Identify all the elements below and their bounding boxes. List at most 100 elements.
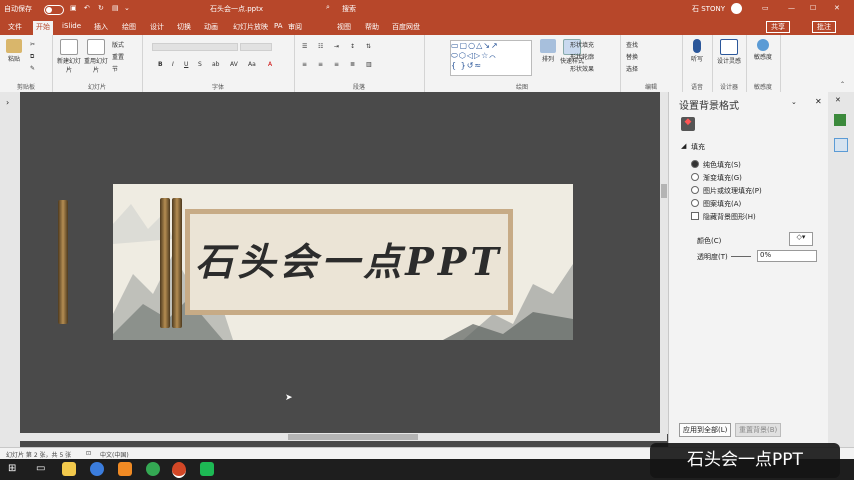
ribbon-close-icon[interactable]: ✕ <box>835 96 841 104</box>
new-slide-button[interactable]: 新建幻灯片 <box>56 39 82 74</box>
comments-button[interactable]: 批注 <box>812 21 836 33</box>
tab-baidu-netdisk[interactable]: 百度网盘 <box>392 22 420 32</box>
search-icon[interactable]: ⌕ <box>326 3 334 11</box>
indent-icon[interactable]: ⇥ <box>334 43 339 50</box>
language-status[interactable]: 中文(中国) <box>100 450 129 459</box>
cut-icon[interactable]: ✂ <box>30 41 35 48</box>
font-color-icon[interactable]: A <box>268 61 272 68</box>
collapse-ribbon-icon[interactable]: ⌃ <box>840 81 845 88</box>
app-green-icon[interactable] <box>146 462 160 476</box>
undo-icon[interactable]: ↶ <box>84 4 90 12</box>
pane-close-icon[interactable]: ✕ <box>815 97 822 106</box>
windows-start-icon[interactable]: ⊞ <box>8 463 16 474</box>
italic-icon[interactable]: I <box>172 61 174 68</box>
sensitivity-button[interactable]: 敏感度 <box>750 39 776 61</box>
accessibility-icon[interactable]: ⊡ <box>86 450 91 457</box>
app-l-icon[interactable] <box>90 462 104 476</box>
save-icon[interactable]: ▣ <box>70 4 77 12</box>
columns-icon[interactable]: ▥ <box>366 61 372 68</box>
numbering-icon[interactable]: ☷ <box>318 43 323 50</box>
shapes-gallery[interactable]: ▭▢○△↘↗ ⬭⬡◁▷☆⌒{ }↺≈ <box>450 40 532 76</box>
close-icon[interactable]: ✕ <box>834 4 840 12</box>
case-icon[interactable]: Aa <box>248 61 256 68</box>
color-picker-button[interactable]: ◇▾ <box>789 232 813 246</box>
tab-help[interactable]: 帮助 <box>365 22 379 32</box>
find-button[interactable]: 查找 <box>626 40 638 49</box>
font-family-select[interactable] <box>152 43 238 51</box>
shape-outline-button[interactable]: 形状轮廓 <box>570 52 594 61</box>
thumbnail-pane-collapsed[interactable]: › <box>0 92 21 447</box>
format-pane-icon[interactable] <box>834 138 848 152</box>
align-center-icon[interactable]: ≡ <box>318 61 323 68</box>
justify-icon[interactable]: ≣ <box>350 61 355 68</box>
radio-pattern-fill[interactable] <box>691 199 699 207</box>
tab-home[interactable]: 开始 <box>33 21 53 35</box>
dictate-button[interactable]: 听写 <box>686 39 708 63</box>
text-direction-icon[interactable]: ⇅ <box>366 43 371 50</box>
avatar[interactable] <box>731 3 742 14</box>
bullets-icon[interactable]: ☰ <box>302 43 307 50</box>
share-button[interactable]: 共享 <box>766 21 790 33</box>
strikethrough-icon[interactable]: ab <box>212 61 220 68</box>
reset-button[interactable]: 重置 <box>112 52 124 61</box>
replace-button[interactable]: 替换 <box>626 52 638 61</box>
tab-islide[interactable]: iSlide <box>62 22 81 30</box>
horizontal-scroll-thumb[interactable] <box>288 434 418 440</box>
tab-slideshow[interactable]: 幻灯片放映 <box>233 22 268 32</box>
tab-transitions[interactable]: 切换 <box>177 22 191 32</box>
app-orange-icon[interactable] <box>118 462 132 476</box>
maximize-icon[interactable]: ☐ <box>810 4 816 12</box>
user-name[interactable]: 石 STONY <box>692 4 725 14</box>
section-button[interactable]: 节 <box>112 64 118 73</box>
radio-picture-fill[interactable] <box>691 186 699 194</box>
option-hide-background[interactable]: 隐藏背景图形(H) <box>703 212 756 222</box>
search-input[interactable]: 搜索 <box>342 4 356 14</box>
align-left-icon[interactable]: ≡ <box>302 61 307 68</box>
format-painter-icon[interactable]: ✎ <box>30 65 35 72</box>
fill-category-icon[interactable]: ◆ <box>681 117 695 131</box>
vertical-scroll-thumb[interactable] <box>661 184 667 198</box>
pane-options-icon[interactable]: ⌄ <box>791 98 797 106</box>
spacing-icon[interactable]: AV <box>230 61 238 68</box>
vertical-scrollbar[interactable] <box>660 92 668 434</box>
slide-title[interactable]: 石头会一点PPT <box>190 214 508 310</box>
align-right-icon[interactable]: ≡ <box>334 61 339 68</box>
expand-thumbnails-icon[interactable]: › <box>6 98 9 107</box>
horizontal-scrollbar[interactable] <box>20 433 667 441</box>
option-solid-fill[interactable]: 纯色填充(S) <box>703 160 741 170</box>
scroll-rod-shape[interactable] <box>58 200 68 324</box>
scroll-banner[interactable]: 石头会一点PPT <box>185 209 513 315</box>
customize-qat-icon[interactable]: ⌄ <box>124 4 130 12</box>
fill-section-toggle-icon[interactable]: ◢ <box>681 142 686 150</box>
minimize-icon[interactable]: — <box>788 4 795 12</box>
select-button[interactable]: 选择 <box>626 64 638 73</box>
option-gradient-fill[interactable]: 渐变填充(G) <box>703 173 742 183</box>
transparency-input[interactable]: 0% <box>757 250 817 262</box>
task-view-icon[interactable]: ▭ <box>36 463 45 474</box>
option-pattern-fill[interactable]: 图案填充(A) <box>703 199 741 209</box>
arrange-button[interactable]: 排列 <box>536 39 560 63</box>
reset-background-button[interactable]: 重置背景(B) <box>735 423 782 437</box>
tab-design[interactable]: 设计 <box>150 22 164 32</box>
layout-button[interactable]: 版式 <box>112 40 124 49</box>
copy-icon[interactable]: ⧉ <box>30 53 34 61</box>
powerpoint-taskbar-icon[interactable] <box>172 462 186 478</box>
tab-pa[interactable]: PA <box>274 22 283 30</box>
islide-addin-icon[interactable] <box>834 114 846 126</box>
redo-icon[interactable]: ↻ <box>98 4 104 12</box>
apply-to-all-button[interactable]: 应用到全部(L) <box>679 423 732 437</box>
slideshow-icon[interactable]: ▤ <box>112 4 119 12</box>
ribbon-display-icon[interactable]: ▭ <box>762 4 769 12</box>
tab-review[interactable]: 审阅 <box>288 22 302 32</box>
transparency-slider[interactable] <box>731 256 751 257</box>
tab-view[interactable]: 视图 <box>337 22 351 32</box>
shape-effects-button[interactable]: 形状效果 <box>570 64 594 73</box>
file-explorer-icon[interactable] <box>62 462 76 476</box>
shape-fill-button[interactable]: 形状填充 <box>570 40 594 49</box>
bold-icon[interactable]: B <box>158 61 163 68</box>
font-size-select[interactable] <box>240 43 272 51</box>
hide-background-checkbox[interactable] <box>691 212 699 220</box>
design-ideas-button[interactable]: 设计灵感 <box>716 39 742 65</box>
radio-solid-fill[interactable] <box>691 160 699 168</box>
autosave-toggle[interactable] <box>44 5 64 15</box>
